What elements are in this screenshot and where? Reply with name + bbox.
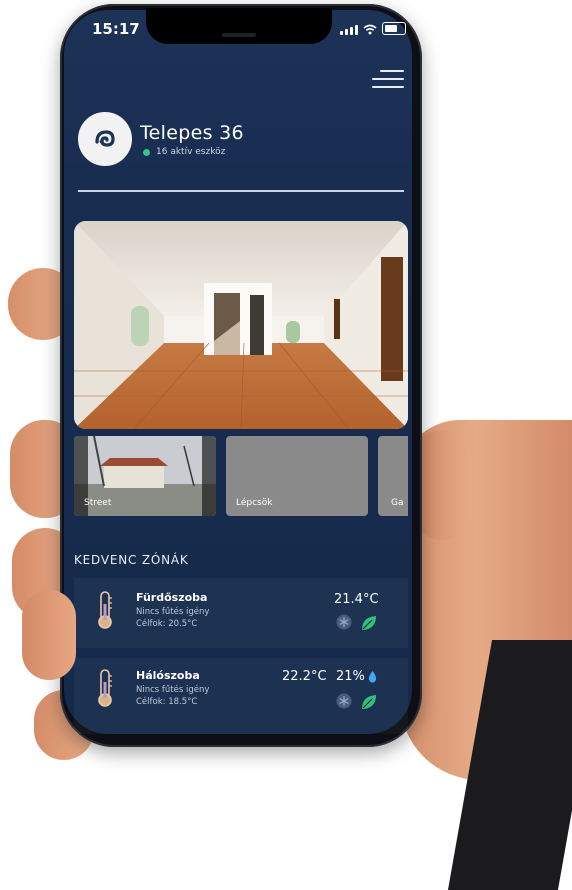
zone-target-temp: Célfok: 18.5°C	[136, 697, 198, 707]
camera-label-lepcsok: Lépcsök	[236, 498, 273, 508]
battery-icon	[382, 22, 406, 35]
home-avatar[interactable]	[78, 112, 132, 166]
camera-thumb-ga[interactable]: Ga	[378, 436, 408, 516]
zone-name: Fürdőszoba	[136, 591, 208, 604]
header-divider	[78, 190, 404, 192]
menu-icon[interactable]	[372, 70, 404, 88]
status-icons	[340, 22, 406, 35]
hallway-image	[74, 221, 408, 429]
zone-temperature: 22.2°C	[282, 669, 327, 684]
zone-name: Hálószoba	[136, 669, 200, 682]
notch	[146, 8, 332, 44]
signal-icon	[340, 25, 358, 35]
zone-heating-status: Nincs fűtés igény	[136, 607, 210, 617]
home-name: Telepes 36	[140, 122, 244, 144]
thumb-left-bottom	[22, 590, 76, 680]
zone-humidity: 21%	[336, 669, 365, 684]
favorite-zones-heading: KEDVENC ZÓNÁK	[74, 553, 189, 567]
leaf-icon[interactable]	[360, 693, 378, 711]
online-indicator	[143, 148, 150, 156]
zone-card-haloszoba[interactable]: Hálószoba Nincs fűtés igény Célfok: 18.5…	[74, 658, 408, 734]
thermometer-icon	[98, 669, 112, 707]
camera-thumb-street[interactable]: Street	[74, 436, 216, 516]
water-drop-icon	[368, 671, 377, 683]
home-status: 16 aktív eszköz	[143, 147, 225, 157]
zone-target-temp: Célfok: 20.5°C	[136, 619, 198, 629]
thermometer-icon	[98, 591, 112, 629]
snowflake-icon[interactable]	[336, 693, 352, 709]
active-devices-label: 16 aktív eszköz	[156, 147, 226, 157]
zone-heating-status: Nincs fűtés igény	[136, 685, 210, 695]
leaf-icon[interactable]	[360, 614, 378, 632]
wifi-icon	[363, 24, 377, 35]
speaker	[222, 33, 256, 37]
zone-card-furdoszoba[interactable]: Fürdőszoba Nincs fűtés igény Célfok: 20.…	[74, 578, 408, 648]
zone-temperature: 21.4°C	[334, 592, 379, 607]
camera-label-street: Street	[84, 498, 112, 508]
main-camera-feed[interactable]	[74, 221, 408, 429]
chameleon-logo-icon	[95, 130, 115, 147]
camera-label-ga: Ga	[391, 498, 404, 508]
status-time: 15:17	[92, 20, 140, 38]
snowflake-icon[interactable]	[336, 614, 352, 630]
camera-thumb-lepcsok[interactable]: Lépcsök	[226, 436, 368, 516]
